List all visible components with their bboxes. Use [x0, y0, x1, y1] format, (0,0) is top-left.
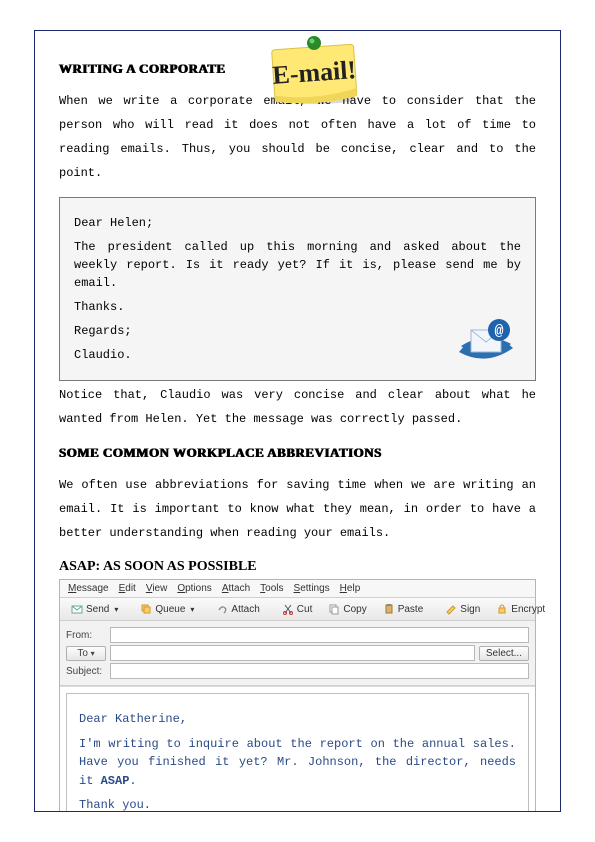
cut-button[interactable]: Cut [277, 601, 318, 617]
compose-area: Dear Katherine, I'm writing to inquire a… [60, 686, 535, 812]
menubar: Message Edit View Options Attach Tools S… [60, 580, 535, 598]
email-client-window: Message Edit View Options Attach Tools S… [59, 579, 536, 812]
svg-text:@: @ [494, 323, 503, 340]
email-at-icon: @ [451, 312, 521, 372]
attach-button[interactable]: Attach [211, 601, 264, 617]
from-label: From: [66, 630, 106, 641]
paste-button[interactable]: Paste [378, 601, 429, 617]
compose-body-text: I'm writing to inquire about the report … [79, 735, 516, 791]
section-title-abbreviations: SOME COMMON WORKPLACE ABBREVIATIONS [59, 445, 536, 461]
toolbar: Send▾ Queue▾ Attach Cut Copy Paste Sign … [60, 598, 535, 621]
from-input[interactable] [110, 627, 529, 643]
page-frame: WRITING A CORPORATE E-mail! When we writ… [34, 30, 561, 812]
to-button[interactable]: To ▾ [66, 646, 106, 661]
title-row: WRITING A CORPORATE E-mail! [59, 61, 536, 77]
compose-greeting: Dear Katherine, [79, 710, 516, 729]
menu-attach[interactable]: Attach [222, 583, 250, 594]
send-button[interactable]: Send▾ [66, 601, 123, 617]
asap-heading: ASAP: AS SOON AS POSSIBLE [59, 559, 536, 575]
compose-body[interactable]: Dear Katherine, I'm writing to inquire a… [66, 693, 529, 812]
queue-button[interactable]: Queue▾ [135, 601, 199, 617]
menu-edit[interactable]: Edit [119, 583, 136, 594]
abbr-intro-paragraph: We often use abbreviations for saving ti… [59, 473, 536, 545]
copy-button[interactable]: Copy [323, 601, 371, 617]
subject-label: Subject: [66, 666, 106, 677]
email-body: The president called up this morning and… [74, 238, 521, 292]
menu-tools[interactable]: Tools [260, 583, 283, 594]
sign-button[interactable]: Sign [440, 601, 485, 617]
sticky-note-email-icon: E-mail! [259, 30, 369, 109]
subject-input[interactable] [110, 663, 529, 679]
select-button[interactable]: Select... [479, 646, 529, 661]
menu-message[interactable]: Message [68, 583, 109, 594]
page: WRITING A CORPORATE E-mail! When we writ… [0, 0, 595, 842]
notice-paragraph: Notice that, Claudio was very concise an… [59, 383, 536, 431]
to-input[interactable] [110, 645, 475, 661]
headers-panel: From: To ▾ Select... Subject: [60, 621, 535, 686]
compose-thanks: Thank you. [79, 796, 516, 812]
menu-help[interactable]: Help [340, 583, 361, 594]
menu-options[interactable]: Options [177, 583, 211, 594]
email-greeting: Dear Helen; [74, 214, 521, 232]
sample-email-box: Dear Helen; The president called up this… [59, 197, 536, 381]
sticky-text: E-mail! [271, 55, 357, 90]
main-title: WRITING A CORPORATE [59, 61, 226, 77]
menu-view[interactable]: View [146, 583, 168, 594]
menu-settings[interactable]: Settings [294, 583, 330, 594]
encrypt-button[interactable]: Encrypt [491, 601, 550, 617]
